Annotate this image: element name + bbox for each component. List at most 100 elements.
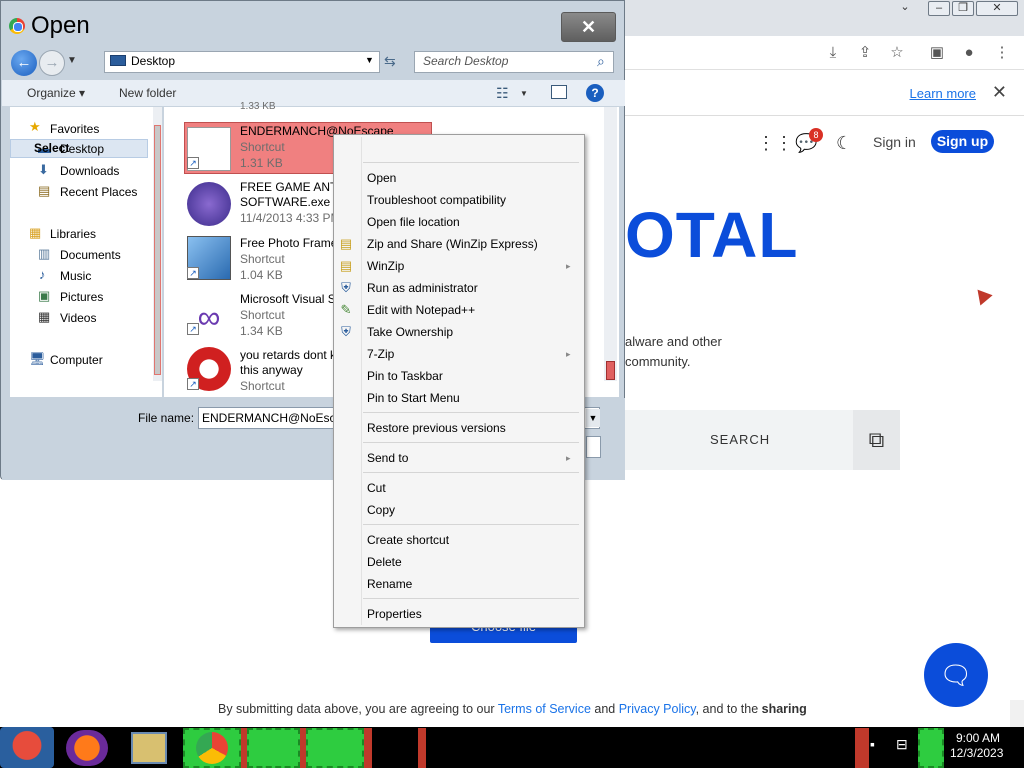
view-dropdown-icon[interactable]: ▼: [520, 89, 528, 98]
nav-recent-places[interactable]: Recent Places: [60, 185, 137, 199]
organize-button[interactable]: Organize ▾: [27, 86, 85, 100]
menu-item-pin-taskbar[interactable]: Pin to Taskbar: [367, 369, 443, 383]
dark-mode-icon[interactable]: ☾: [836, 133, 852, 154]
taskbar-app-button[interactable]: [247, 728, 300, 768]
terms-of-service-link[interactable]: Terms of Service: [498, 702, 591, 716]
chevron-down-icon[interactable]: ⌄: [894, 1, 916, 16]
share-icon[interactable]: ⇪: [856, 44, 874, 62]
file-name[interactable]: FREE GAME ANTI: [240, 180, 341, 194]
network-icon[interactable]: ⊟: [896, 736, 908, 753]
sidepanel-icon[interactable]: ▣: [928, 44, 946, 62]
menu-item-troubleshoot[interactable]: Troubleshoot compatibility: [367, 193, 506, 207]
file-explorer-icon[interactable]: [131, 732, 167, 764]
history-dropdown-icon[interactable]: ▼: [67, 55, 77, 66]
menu-item-send-to[interactable]: Send to: [367, 451, 408, 465]
menu-item-create-shortcut[interactable]: Create shortcut: [367, 533, 449, 547]
menu-item-delete[interactable]: Delete: [367, 555, 402, 569]
dialog-close-button[interactable]: ✕: [561, 12, 616, 42]
nav-favorites[interactable]: Favorites: [50, 122, 99, 136]
menu-item-take-ownership[interactable]: Take Ownership: [367, 325, 453, 339]
menu-item-winzip[interactable]: WinZip: [367, 259, 404, 273]
submenu-arrow-icon: ▸: [566, 261, 571, 271]
winzip-icon: ▤: [339, 258, 353, 273]
libraries-icon: ▦: [29, 225, 42, 240]
menu-item-pin-start[interactable]: Pin to Start Menu: [367, 391, 460, 405]
infobar-close-icon[interactable]: ✕: [992, 82, 1007, 103]
star-icon[interactable]: ☆: [888, 44, 906, 62]
file-partial-size: 1.33 KB: [240, 101, 276, 112]
nav-libraries[interactable]: Libraries: [50, 227, 96, 241]
clock-time[interactable]: 9:00 AM: [956, 731, 1000, 745]
search-tab-label[interactable]: SEARCH: [710, 432, 770, 447]
search-icon[interactable]: ⌕: [597, 53, 605, 70]
file-name[interactable]: Microsoft Visual S: [240, 292, 336, 306]
menu-item-cut[interactable]: Cut: [367, 481, 386, 495]
file-name[interactable]: you retards dont k: [240, 348, 336, 362]
menu-item-7zip[interactable]: 7-Zip: [367, 347, 394, 361]
minimize-icon[interactable]: –: [928, 1, 950, 16]
nav-scrollbar-thumb[interactable]: [154, 125, 161, 375]
dialog-title: Open: [31, 12, 90, 39]
nav-pictures[interactable]: Pictures: [60, 290, 103, 304]
view-options-icon[interactable]: ☷: [496, 85, 509, 102]
menu-item-copy[interactable]: Copy: [367, 503, 395, 517]
menu-item-open[interactable]: Open: [367, 171, 396, 185]
file-name[interactable]: Free Photo Frame: [240, 236, 337, 250]
flag-icon[interactable]: ▪: [870, 736, 875, 752]
refresh-icon[interactable]: ⇆: [384, 53, 396, 70]
documents-icon: ▥: [38, 246, 51, 261]
restore-icon[interactable]: ❐: [952, 1, 974, 16]
address-text[interactable]: Desktop: [131, 54, 175, 68]
barcode-icon[interactable]: ⧉: [853, 410, 900, 470]
menu-item-properties[interactable]: Properties: [367, 607, 422, 621]
privacy-policy-link[interactable]: Privacy Policy: [619, 702, 696, 716]
menu-separator: [363, 524, 579, 525]
file-name-dropdown-icon[interactable]: ▼: [586, 409, 600, 427]
chat-icon[interactable]: 🗨: [924, 643, 988, 707]
download-icon[interactable]: ⤓: [824, 44, 842, 62]
file-type-select[interactable]: [586, 436, 601, 458]
search-placeholder[interactable]: Search Desktop: [423, 54, 508, 68]
menu-item-open-location[interactable]: Open file location: [367, 215, 460, 229]
firefox-icon[interactable]: [66, 730, 108, 766]
file-scrollbar-thumb[interactable]: [606, 361, 615, 380]
start-button[interactable]: [0, 727, 54, 768]
help-icon[interactable]: ?: [586, 84, 604, 102]
learn-more-link[interactable]: Learn more: [910, 86, 976, 101]
shortcut-arrow-icon: ↗: [187, 157, 199, 169]
file-size: 1.31 KB: [240, 156, 283, 170]
menu-item-select[interactable]: Select: [34, 141, 69, 155]
preview-pane-icon[interactable]: [551, 85, 567, 99]
new-folder-button[interactable]: New folder: [119, 86, 176, 100]
forward-arrow-icon[interactable]: →: [39, 50, 65, 76]
menu-icon[interactable]: ⋮: [993, 44, 1011, 62]
menu-separator: [363, 412, 579, 413]
file-scrollbar[interactable]: [604, 107, 617, 381]
address-dropdown-icon[interactable]: ▼: [365, 55, 374, 65]
sign-in-link[interactable]: Sign in: [873, 134, 916, 150]
shortcut-arrow-icon: ↗: [187, 267, 199, 279]
clock-date[interactable]: 12/3/2023: [950, 746, 1003, 760]
nav-downloads[interactable]: Downloads: [60, 164, 119, 178]
back-arrow-icon[interactable]: ←: [11, 50, 37, 76]
command-bar: [2, 80, 625, 106]
cursor-icon: [971, 284, 993, 306]
profile-icon[interactable]: ●: [960, 44, 978, 62]
page-scrollbar[interactable]: [1010, 700, 1024, 727]
taskbar-photo-button[interactable]: [306, 728, 364, 768]
menu-item-edit-notepad[interactable]: Edit with Notepad++: [367, 303, 475, 317]
sign-up-button[interactable]: Sign up: [931, 130, 994, 153]
nav-music[interactable]: Music: [60, 269, 91, 283]
exe-icon[interactable]: [187, 182, 231, 226]
terms-sharing: sharing: [761, 702, 807, 716]
menu-item-run-admin[interactable]: Run as administrator: [367, 281, 478, 295]
nav-videos[interactable]: Videos: [60, 311, 96, 325]
volume-icon[interactable]: [918, 728, 944, 768]
menu-item-restore-previous[interactable]: Restore previous versions: [367, 421, 506, 435]
menu-item-zip-share[interactable]: Zip and Share (WinZip Express): [367, 237, 538, 251]
nav-computer[interactable]: Computer: [50, 353, 103, 367]
nav-documents[interactable]: Documents: [60, 248, 121, 262]
chrome-icon[interactable]: [196, 732, 228, 764]
menu-item-rename[interactable]: Rename: [367, 577, 412, 591]
close-icon[interactable]: ✕: [976, 1, 1018, 16]
